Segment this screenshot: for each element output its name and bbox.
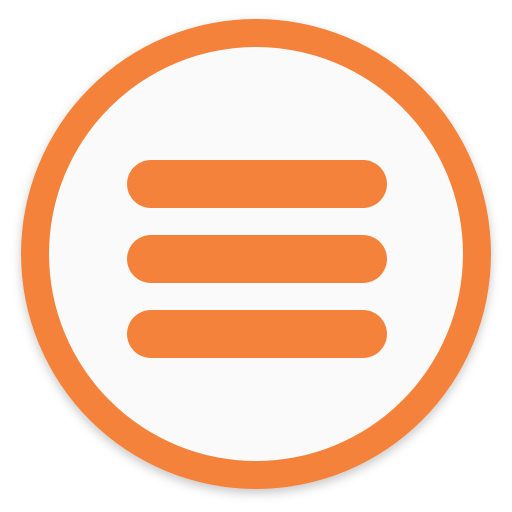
menu-bar-bottom xyxy=(127,310,387,358)
menu-bar-top xyxy=(127,160,387,208)
menu-app-icon[interactable] xyxy=(0,0,512,512)
menu-bar-middle xyxy=(127,235,387,283)
hamburger-menu-icon xyxy=(21,19,491,489)
